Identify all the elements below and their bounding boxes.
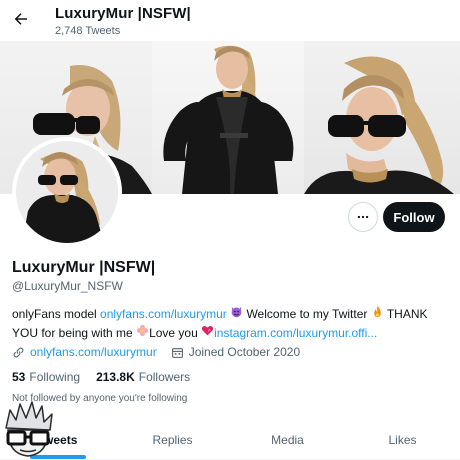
followers-count[interactable]: 213.8K Followers (96, 370, 190, 384)
tab-likes[interactable]: Likes (345, 420, 460, 459)
more-options-button[interactable] (348, 202, 378, 232)
banner-photo-2 (152, 41, 304, 194)
fire-emoji-icon (371, 305, 384, 324)
avatar[interactable] (12, 137, 122, 247)
follow-button[interactable]: Follow (383, 202, 445, 232)
tab-replies[interactable]: Replies (115, 420, 230, 459)
mascot-logo-icon (0, 400, 56, 460)
follow-counts: 53 Following 213.8K Followers (12, 370, 206, 384)
website-link[interactable]: onlyfans.com/luxurymur (30, 345, 157, 359)
profile-header: LuxuryMur |NSFW| 2,748 Tweets (0, 0, 460, 42)
joined-date: Joined October 2020 (188, 345, 301, 359)
calendar-icon (171, 346, 184, 359)
display-name: LuxuryMur |NSFW| (12, 259, 156, 276)
back-arrow-icon[interactable] (10, 8, 32, 30)
bio-text: Welcome to my Twitter (243, 307, 371, 321)
profile-meta: onlyfans.com/luxurymur Joined October 20… (12, 345, 314, 359)
followers-label: Followers (138, 370, 191, 384)
more-dots-icon (357, 215, 369, 219)
bio-text: onlyFans model (12, 307, 101, 321)
following-number: 53 (12, 370, 26, 384)
flower-emoji-icon (136, 324, 149, 343)
profile-tabs: Tweets Replies Media Likes (0, 420, 460, 460)
bio-onlyfans-link[interactable]: onlyfans.com/luxurymur (100, 307, 227, 321)
devil-emoji-icon (230, 305, 243, 324)
joined-item: Joined October 2020 (171, 345, 300, 359)
tab-media[interactable]: Media (230, 420, 345, 459)
profile-bio: onlyFans model onlyfans.com/luxurymur We… (12, 305, 452, 343)
banner-photo-3 (304, 41, 460, 194)
website-item[interactable]: onlyfans.com/luxurymur (12, 345, 157, 359)
bio-text: Love you (149, 326, 202, 340)
header-title: LuxuryMur |NSFW| (55, 5, 191, 22)
tweet-count: 2,748 Tweets (55, 25, 121, 37)
link-icon (12, 346, 25, 359)
heart-emoji-icon (201, 324, 214, 343)
following-label: Following (29, 370, 81, 384)
bio-instagram-link[interactable]: instagram.com/luxurymur.offi... (214, 326, 377, 340)
following-count[interactable]: 53 Following (12, 370, 80, 384)
followers-number: 213.8K (96, 370, 135, 384)
user-handle: @LuxuryMur_NSFW (12, 279, 123, 293)
